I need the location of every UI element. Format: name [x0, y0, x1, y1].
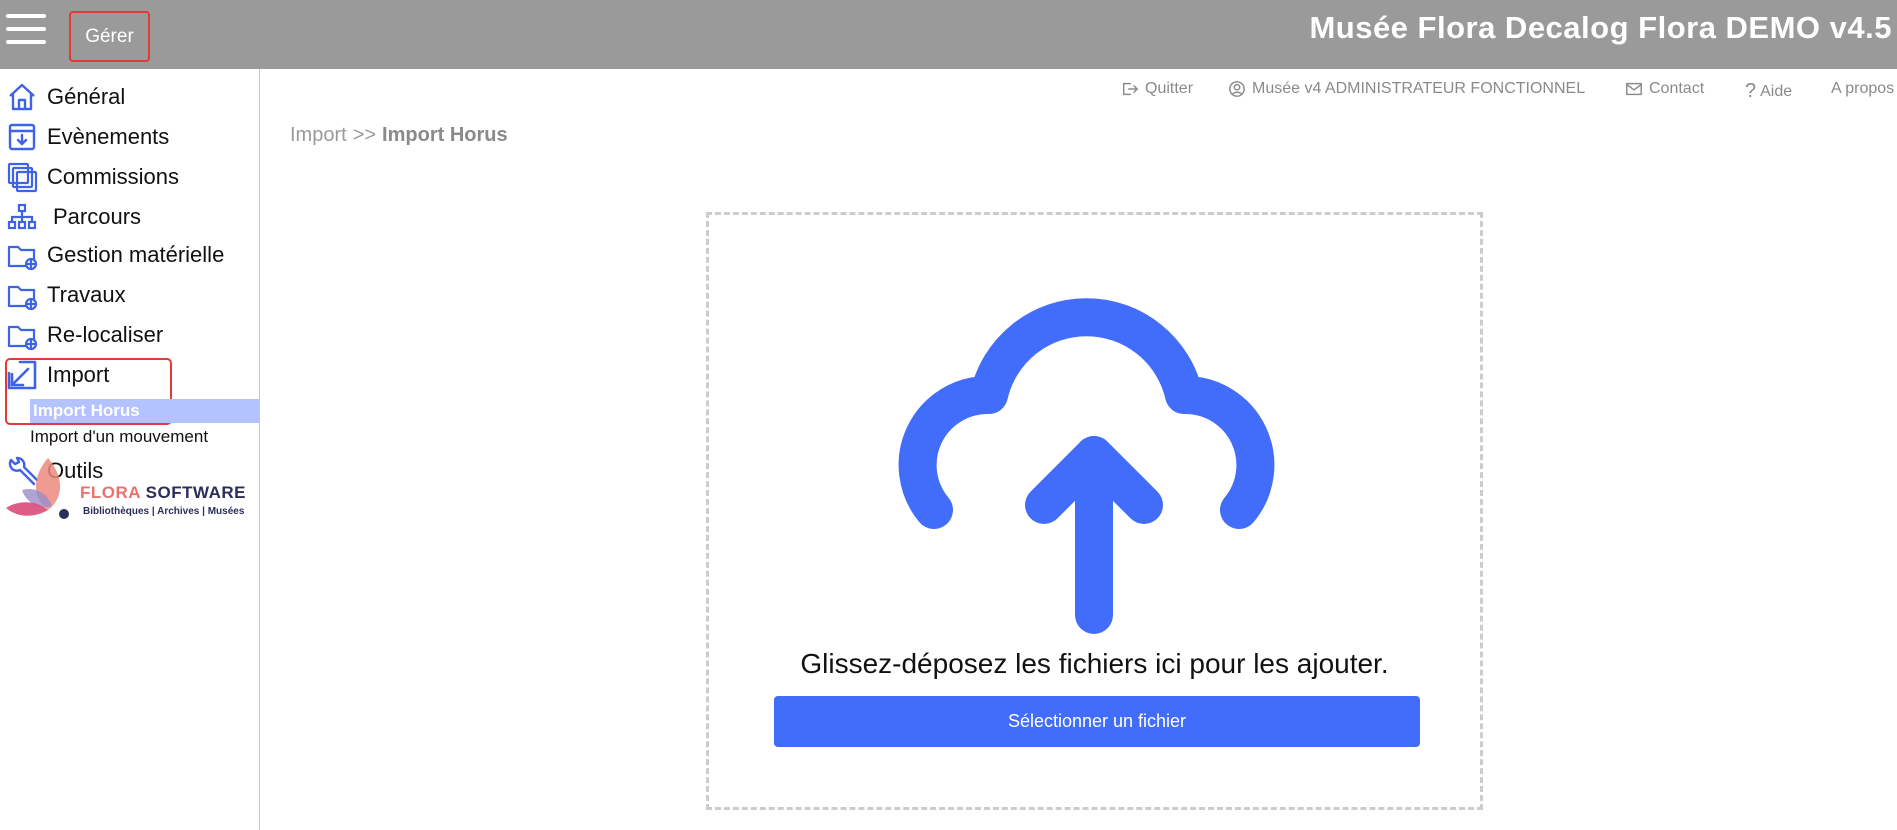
- sidebar-item-label: Général: [47, 84, 126, 109]
- cloud-upload-icon: [898, 298, 1275, 634]
- logo-brand-text: FLORA SOFTWARE: [80, 483, 246, 502]
- hamburger-menu-icon[interactable]: [6, 14, 46, 44]
- sidebar-item-label: Commissions: [47, 164, 180, 189]
- user-circle-icon: [1229, 81, 1245, 97]
- sidebar-item-label: Re-localiser: [47, 322, 164, 347]
- app-title: Musée Flora Decalog Flora DEMO v4.5: [1309, 10, 1892, 45]
- sidebar-item-gestion-materielle[interactable]: Gestion matérielle: [0, 237, 259, 273]
- logout-icon: [1122, 82, 1139, 96]
- dropzone-instruction: Glissez-déposez les fichiers ici pour le…: [800, 648, 1389, 679]
- sidebar-item-evenements[interactable]: Evènements: [0, 119, 259, 155]
- logo-tagline: Bibliothèques | Archives | Musées: [83, 506, 245, 517]
- quit-link[interactable]: Quitter: [1121, 80, 1193, 98]
- question-mark-icon: ?: [1745, 80, 1757, 102]
- home-icon: [6, 81, 38, 113]
- sidebar-item-label: Travaux: [47, 282, 126, 307]
- breadcrumb-parent[interactable]: Import: [290, 124, 347, 146]
- select-file-button[interactable]: Sélectionner un fichier: [774, 696, 1420, 747]
- sidebar-item-commissions[interactable]: Commissions: [0, 159, 259, 195]
- sidebar-item-general[interactable]: Général: [0, 79, 259, 115]
- contact-link[interactable]: Contact: [1625, 80, 1704, 98]
- envelope-icon: [1626, 82, 1642, 96]
- manage-button[interactable]: Gérer: [69, 11, 150, 62]
- sidebar-item-label: Import: [47, 362, 110, 387]
- breadcrumb-current: Import Horus: [382, 124, 508, 146]
- sidebar-item-label: Parcours: [53, 204, 142, 229]
- stacked-folders-icon: [6, 161, 38, 193]
- sidebar-item-label: Gestion matérielle: [47, 242, 225, 267]
- import-arrow-icon: [6, 359, 38, 391]
- sidebar-subitem-import-horus[interactable]: Import Horus: [30, 399, 259, 423]
- help-link[interactable]: ? Aide: [1745, 80, 1792, 103]
- folder-globe-icon: [6, 279, 38, 311]
- about-link[interactable]: A propos: [1831, 80, 1894, 98]
- user-link[interactable]: Musée v4 ADMINISTRATEUR FONCTIONNEL: [1228, 80, 1585, 98]
- sidebar-item-label: Evènements: [47, 124, 170, 149]
- sidebar-item-import[interactable]: Import: [0, 357, 259, 393]
- folder-globe-icon: [6, 319, 38, 351]
- folder-globe-icon: [6, 239, 38, 271]
- sidebar-item-re-localiser[interactable]: Re-localiser: [0, 317, 259, 353]
- top-bar: Gérer Musée Flora Decalog Flora DEMO v4.…: [0, 0, 1897, 69]
- sidebar-item-travaux[interactable]: Travaux: [0, 277, 259, 313]
- inbox-download-icon: [6, 121, 38, 153]
- breadcrumb-separator: >>: [352, 124, 377, 146]
- breadcrumb: Import >> Import Horus: [290, 124, 508, 147]
- sidebar-item-parcours[interactable]: Parcours: [0, 199, 259, 235]
- sitemap-icon: [6, 201, 38, 233]
